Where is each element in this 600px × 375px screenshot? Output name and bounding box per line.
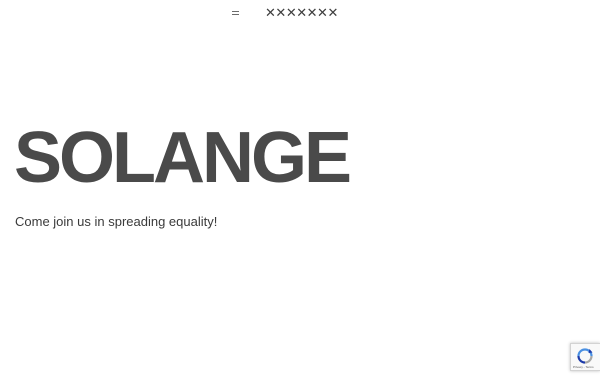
recaptcha-badge[interactable]: Privacy - Terms [570,343,600,371]
menu-toggle-button[interactable] [232,11,239,16]
hamburger-icon-line [232,11,239,12]
logo-glyph: ✕ [317,6,328,21]
hamburger-icon-line [232,14,239,15]
site-logo[interactable]: ✕ ✕ ✕ ✕ ✕ ✕ ✕ [265,6,338,21]
logo-glyph: ✕ [327,6,338,21]
hero-subtitle: Come join us in spreading equality! [15,214,218,229]
logo-glyph: ✕ [306,6,318,21]
logo-glyph: ✕ [275,6,286,21]
page: ✕ ✕ ✕ ✕ ✕ ✕ ✕ SOLANGE Come join us in sp… [0,0,600,375]
logo-glyph: ✕ [285,6,297,21]
recaptcha-links[interactable]: Privacy - Terms [573,365,594,369]
hero-title: SOLANGE [14,118,352,198]
recaptcha-icon [577,348,593,364]
logo-glyph: ✕ [296,6,307,21]
logo-glyph: ✕ [265,6,276,21]
